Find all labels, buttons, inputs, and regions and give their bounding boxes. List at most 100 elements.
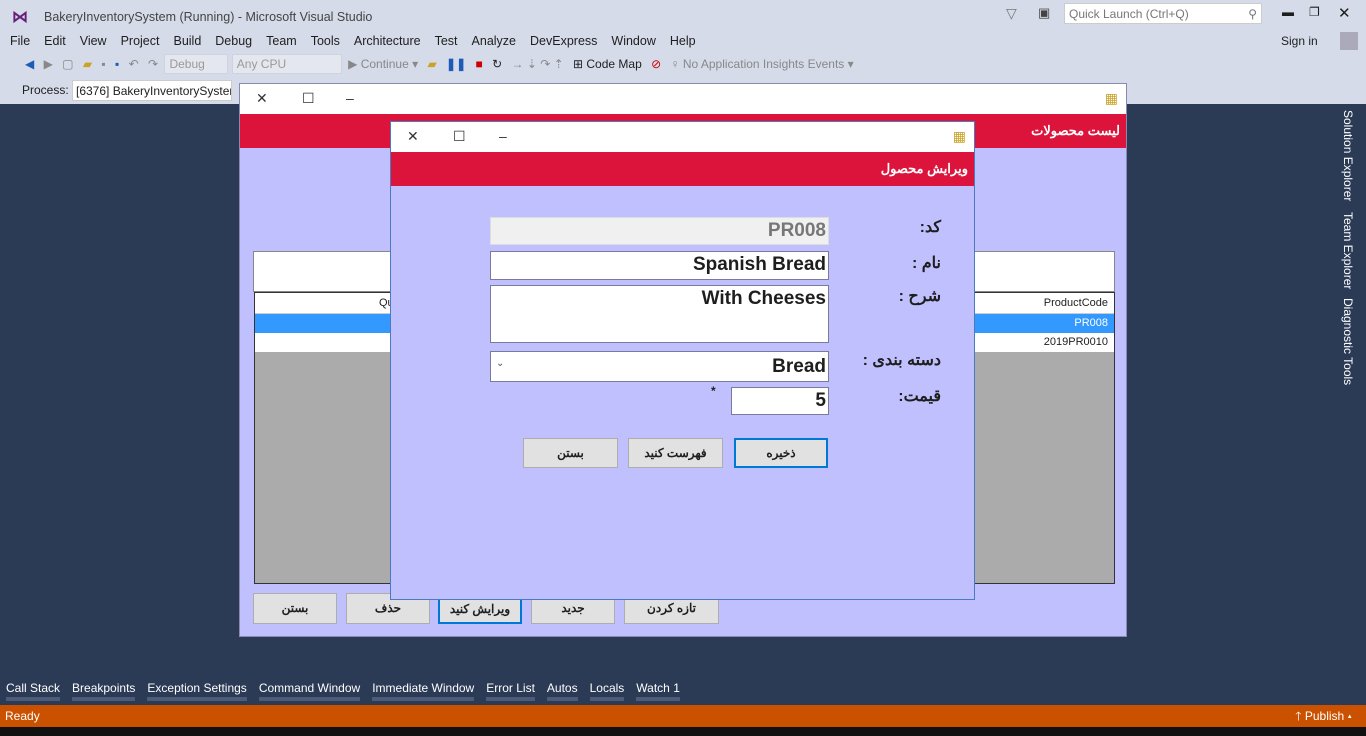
open-icon[interactable]: ▰ (83, 57, 92, 71)
close-list-button[interactable]: بستن (253, 593, 337, 624)
menu-architecture[interactable]: Architecture (347, 30, 428, 52)
restore-button[interactable]: ❐ (1309, 5, 1320, 19)
vs-logo-icon: ⋈ (12, 9, 28, 26)
ide-title-bar: ⋈ BakeryInventorySystem (Running) - Micr… (0, 0, 1366, 30)
continue-label: Continue (360, 57, 409, 71)
category-select[interactable]: ⌄ Bread (490, 351, 829, 382)
process-label: Process: (22, 83, 69, 97)
menu-file[interactable]: File (3, 30, 37, 52)
menu-help[interactable]: Help (663, 30, 703, 52)
tab-exception-settings[interactable]: Exception Settings (147, 681, 247, 701)
description-label: شرح : (898, 288, 941, 305)
maximize-button[interactable]: ☐ (453, 128, 466, 145)
tab-watch-1[interactable]: Watch 1 (636, 681, 680, 701)
app-icon: ▦ (1104, 90, 1118, 106)
maximize-button[interactable]: ☐ (302, 90, 315, 107)
menu-edit[interactable]: Edit (37, 30, 73, 52)
step-icon[interactable]: → ⇣ ↷ ⇡ (511, 57, 563, 71)
window-title: BakeryInventorySystem (Running) - Micros… (44, 10, 373, 24)
continue-button[interactable]: ▶ Continue ▾ (348, 57, 418, 71)
undo-icon[interactable]: ↶ (129, 57, 139, 71)
feedback-icon[interactable]: ▣ (1038, 5, 1050, 21)
minimize-button[interactable]: – (499, 128, 507, 144)
stop-icon[interactable]: ■ (475, 57, 482, 71)
list-window-titlebar: ✕ ☐ – ▦ (240, 84, 1126, 114)
menu-devexpress[interactable]: DevExpress (523, 30, 604, 52)
code-map-button[interactable]: ⊞ Code Map (573, 57, 642, 71)
cell-productcode: 2019PR0010 (1043, 336, 1108, 348)
category-label: دسته بندی : (862, 352, 941, 369)
sign-in-link[interactable]: Sign in (1281, 34, 1318, 48)
menu-build[interactable]: Build (166, 30, 208, 52)
code-field[interactable]: PR008 (490, 217, 829, 245)
new-project-icon[interactable]: ▢ (62, 57, 73, 71)
save-all-icon[interactable]: ▪ (115, 57, 119, 71)
filter-icon[interactable]: ▽ (1006, 5, 1017, 22)
menu-debug[interactable]: Debug (208, 30, 259, 52)
tab-error-list[interactable]: Error List (486, 681, 535, 701)
platform-select[interactable]: Any CPU (231, 54, 342, 74)
tab-solution-explorer[interactable]: Solution Explorer (1341, 110, 1355, 201)
required-mark: * (711, 384, 716, 398)
list-button[interactable]: فهرست کنید (628, 438, 723, 468)
name-label: نام : (911, 255, 941, 272)
menu-window[interactable]: Window (604, 30, 662, 52)
code-label: کد: (919, 219, 941, 236)
close-dialog-button[interactable]: بستن (523, 438, 618, 468)
menu-analyze[interactable]: Analyze (465, 30, 523, 52)
find-icon[interactable]: ▰ (427, 57, 436, 71)
back-icon[interactable]: ◀ (25, 57, 34, 71)
minimize-button[interactable]: – (346, 90, 354, 106)
insights-button[interactable]: ♀ No Application Insights Events ▾ (671, 57, 854, 71)
close-button[interactable]: ✕ (1338, 4, 1351, 22)
name-field[interactable]: Spanish Bread (490, 251, 829, 280)
code-map-label: Code Map (586, 57, 642, 71)
cell-productcode: PR008 (1074, 317, 1108, 329)
toolbar: ◀ ▶ ▢ ▰ ▪ ▪ ↶ ↷ Debug Any CPU ▶ Continue… (0, 52, 1366, 77)
save-icon[interactable]: ▪ (101, 57, 105, 71)
description-field[interactable]: With Cheeses (490, 285, 829, 343)
menu-tools[interactable]: Tools (304, 30, 347, 52)
bottom-tool-tabs: Call Stack Breakpoints Exception Settings C… (6, 681, 692, 701)
account-icon[interactable] (1340, 32, 1358, 50)
tab-autos[interactable]: Autos (546, 681, 578, 701)
menu-project[interactable]: Project (114, 30, 167, 52)
column-header-productcode[interactable]: ProductCode (1044, 297, 1114, 309)
taskbar (0, 727, 1366, 736)
restart-icon[interactable]: ↻ (492, 57, 502, 71)
forward-icon[interactable]: ▶ (44, 57, 53, 71)
search-icon: ⚲ (1248, 7, 1257, 21)
tab-diagnostic-tools[interactable]: Diagnostic Tools (1341, 298, 1355, 385)
insights-label: No Application Insights Events (682, 57, 845, 71)
publish-button[interactable]: 🡑 Publish ▴ (1295, 705, 1352, 727)
publish-label: Publish (1304, 709, 1345, 723)
menu-bar: File Edit View Project Build Debug Team Tools Ar… (0, 30, 1366, 52)
chevron-down-icon: ⌄ (496, 358, 505, 369)
menu-test[interactable]: Test (428, 30, 465, 52)
breakpoint-icon[interactable]: ⊘ (651, 57, 661, 71)
quick-launch-input[interactable]: Quick Launch (Ctrl+Q) ⚲ (1064, 3, 1262, 24)
process-select[interactable]: [6376] BakeryInventorySystem (72, 80, 232, 101)
save-button[interactable]: ذخیره (734, 438, 828, 468)
edit-product-dialog: ✕ ☐ – ▦ ویرایش محصول PR008 Spanish Bread… (390, 121, 975, 600)
category-value: Bread (772, 356, 826, 377)
tab-locals[interactable]: Locals (589, 681, 625, 701)
status-text: Ready (5, 709, 40, 723)
tab-call-stack[interactable]: Call Stack (6, 681, 61, 701)
minimize-button[interactable]: ▬ (1282, 5, 1294, 19)
tab-immediate-window[interactable]: Immediate Window (372, 681, 475, 701)
dialog-titlebar: ✕ ☐ – ▦ (391, 122, 974, 152)
close-button[interactable]: ✕ (256, 90, 268, 107)
menu-view[interactable]: View (73, 30, 114, 52)
redo-icon[interactable]: ↷ (148, 57, 158, 71)
tab-breakpoints[interactable]: Breakpoints (72, 681, 136, 701)
config-select[interactable]: Debug (164, 54, 229, 74)
tab-team-explorer[interactable]: Team Explorer (1341, 212, 1355, 289)
dialog-header: ویرایش محصول (391, 152, 974, 186)
price-field[interactable]: 5 (731, 387, 829, 415)
close-button[interactable]: ✕ (407, 128, 419, 145)
pause-icon[interactable]: ❚❚ (446, 57, 466, 71)
tab-command-window[interactable]: Command Window (258, 681, 361, 701)
menu-team[interactable]: Team (259, 30, 304, 52)
dialog-body: PR008 Spanish Bread With Cheeses ⌄ Bread … (391, 186, 974, 599)
